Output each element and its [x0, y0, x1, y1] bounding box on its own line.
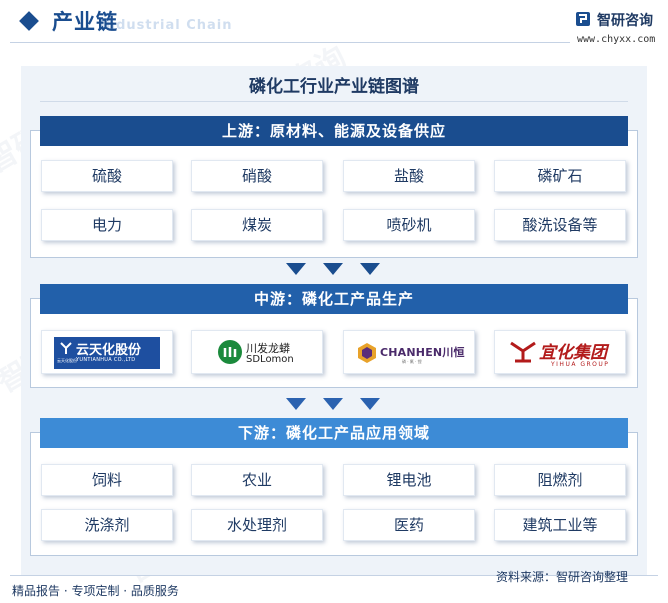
upstream-item: 电力: [41, 209, 173, 241]
downstream-item: 饲料: [41, 464, 173, 496]
diamond-icon: [19, 11, 39, 31]
downstream-item: 农业: [191, 464, 323, 496]
arrow-down-icon: [360, 398, 380, 410]
company-logo-yihua: 宜化集团 YIHUA GROUP: [494, 330, 626, 374]
downstream-item: 建筑工业等: [494, 509, 626, 541]
company-en-name: SDLomon: [246, 354, 294, 365]
yihua-logo-icon: [510, 341, 536, 363]
company-logo-yuntianhua: 云天化股份 YUNTIANHUA CO.,LTD 云天化股份: [41, 330, 173, 374]
yuntianhua-logo-icon: [60, 342, 72, 354]
downstream-item: 水处理剂: [191, 509, 323, 541]
upstream-item: 煤炭: [191, 209, 323, 241]
source-note: 资料来源：智研咨询整理: [496, 570, 629, 584]
title-divider: [40, 101, 628, 102]
downstream-heading: 下游：磷化工产品应用领域: [40, 418, 628, 448]
company-en-name: YIHUA GROUP: [551, 361, 610, 368]
company-name: CHANHEN川恒: [380, 346, 465, 359]
header-subtitle: Industrial Chain: [100, 18, 233, 33]
upstream-item: 硝酸: [191, 160, 323, 192]
upstream-item: 磷矿石: [494, 160, 626, 192]
upstream-item: 酸洗设备等: [494, 209, 626, 241]
page-title: 产业链: [52, 10, 118, 34]
arrow-down-icon: [360, 263, 380, 275]
company-name: 宜化集团: [539, 343, 607, 363]
company-name: 云天化股份: [76, 343, 142, 358]
downstream-item: 锂电池: [343, 464, 475, 496]
brand-logo: 智研咨询 www.chyxx.com: [575, 8, 667, 50]
diagram-title: 磷化工行业产业链图谱: [249, 77, 419, 97]
midstream-heading: 中游：磷化工产品生产: [40, 284, 628, 314]
sdlomon-logo-icon: [218, 340, 242, 364]
footer-tagline: 精品报告 · 专项定制 · 品质服务: [12, 584, 179, 598]
company-en-name: YUNTIANHUA CO.,LTD: [76, 357, 136, 363]
company-tiny-name: 云天化股份: [57, 358, 77, 363]
header-divider: [10, 42, 570, 43]
downstream-item: 洗涤剂: [41, 509, 173, 541]
chanhen-logo-icon: [358, 343, 376, 363]
arrow-down-icon: [286, 263, 306, 275]
upstream-item: 硫酸: [41, 160, 173, 192]
downstream-item: 阻燃剂: [494, 464, 626, 496]
company-logo-sdlomon: 川发龙蟒 SDLomon: [191, 330, 323, 374]
downstream-item: 医药: [343, 509, 475, 541]
upstream-item: 盐酸: [343, 160, 475, 192]
upstream-item: 喷砂机: [343, 209, 475, 241]
arrow-down-icon: [286, 398, 306, 410]
company-tagline: 磷 · 氟 · 锂: [402, 359, 422, 364]
company-logo-chanhen: CHANHEN川恒 磷 · 氟 · 锂: [343, 330, 475, 374]
brand-url: www.chyxx.com: [577, 34, 656, 45]
brand-name: 智研咨询: [597, 13, 653, 29]
upstream-heading: 上游：原材料、能源及设备供应: [40, 116, 628, 146]
arrow-down-icon: [323, 398, 343, 410]
brand-logo-icon: [576, 12, 590, 26]
arrow-down-icon: [323, 263, 343, 275]
